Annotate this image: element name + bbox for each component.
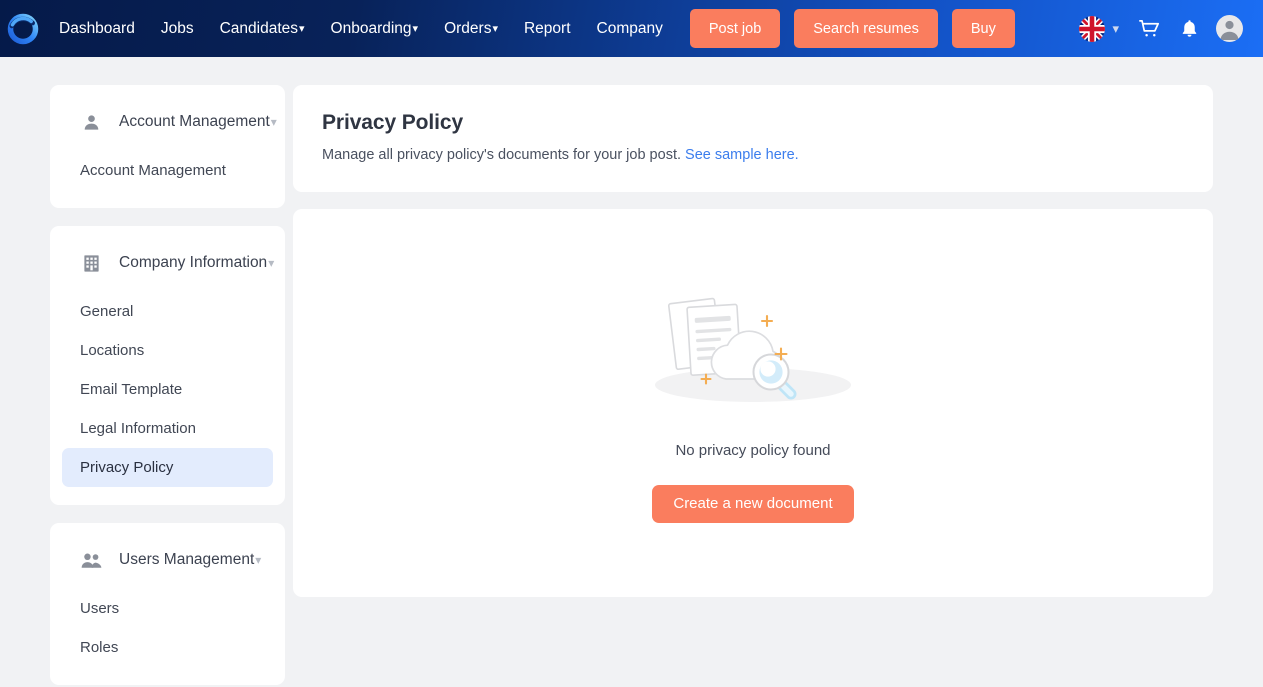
chevron-down-icon: ▾ — [299, 23, 305, 35]
building-glyph — [83, 254, 99, 272]
nav-link-label: Orders — [444, 20, 492, 37]
nav-link-label: Dashboard — [59, 20, 135, 37]
nav-link-company[interactable]: Company — [584, 0, 676, 57]
bell-glyph — [1182, 20, 1196, 37]
sidebar-item-roles[interactable]: Roles — [62, 628, 273, 667]
nav-link-label: Onboarding — [330, 20, 412, 37]
sidebar-section-title: Company Information — [119, 254, 268, 271]
cart-glyph — [1138, 19, 1159, 37]
create-new-document-button[interactable]: Create a new document — [652, 484, 854, 523]
nav-link-onboarding[interactable]: Onboarding ▾ — [318, 0, 432, 57]
sidebar-item-general[interactable]: General — [62, 292, 273, 331]
buy-button[interactable]: Buy — [951, 9, 1015, 48]
sidebar-section-account-management: Account Management ▾ Account Management — [50, 85, 285, 208]
empty-state-card: No privacy policy found Create a new doc… — [293, 209, 1213, 597]
nav-link-candidates[interactable]: Candidates ▾ — [207, 0, 318, 57]
chevron-down-icon: ▾ — [270, 115, 277, 129]
users-icon — [80, 551, 102, 570]
nav-link-jobs[interactable]: Jobs — [148, 0, 207, 57]
bell-icon[interactable] — [1169, 9, 1209, 49]
uk-flag-icon — [1079, 15, 1106, 42]
avatar-person-glyph — [1220, 20, 1238, 40]
users-glyph — [81, 553, 101, 568]
sidebar-item-privacy-policy[interactable]: Privacy Policy — [62, 448, 273, 487]
page-body: Account Management ▾ Account Management — [0, 57, 1263, 685]
cart-icon[interactable] — [1129, 9, 1169, 49]
nav-action-buttons: Post job Search resumes Buy — [689, 9, 1015, 48]
avatar[interactable] — [1209, 9, 1249, 49]
sidebar: Account Management ▾ Account Management — [50, 85, 285, 685]
sidebar-item-locations[interactable]: Locations — [62, 331, 273, 370]
nav-link-label: Jobs — [160, 20, 194, 37]
brand-ring-logo — [7, 13, 39, 44]
avatar-circle — [1215, 15, 1243, 42]
nav-link-dashboard[interactable]: Dashboard — [46, 0, 148, 57]
sidebar-section-header-company-information[interactable]: Company Information ▾ — [50, 248, 285, 278]
sidebar-item-account-management[interactable]: Account Management — [62, 151, 273, 190]
sidebar-section-header-users-management[interactable]: Users Management ▾ — [50, 545, 285, 575]
nav-links: Dashboard Jobs Candidates ▾ Onboarding ▾… — [46, 0, 676, 57]
search-resumes-button[interactable]: Search resumes — [794, 9, 938, 48]
page-header-card: Privacy Policy Manage all privacy policy… — [293, 85, 1213, 192]
empty-state-message: No privacy policy found — [675, 441, 831, 459]
chevron-down-icon: ▾ — [1112, 20, 1119, 36]
nav-link-orders[interactable]: Orders ▾ — [431, 0, 511, 57]
nav-right-cluster: ▾ — [1079, 9, 1249, 49]
page-subtitle: Manage all privacy policy's documents fo… — [322, 147, 1184, 163]
person-icon — [80, 113, 102, 132]
sidebar-item-users[interactable]: Users — [62, 589, 273, 628]
sidebar-section-items: Account Management — [50, 151, 285, 190]
post-job-button[interactable]: Post job — [689, 9, 781, 48]
main-content: Privacy Policy Manage all privacy policy… — [293, 85, 1213, 597]
chevron-down-icon: ▾ — [412, 23, 419, 35]
sidebar-section-items: Users Roles — [50, 589, 285, 667]
sidebar-item-email-template[interactable]: Email Template — [62, 370, 273, 409]
nav-link-label: Company — [596, 20, 663, 37]
top-navbar: Dashboard Jobs Candidates ▾ Onboarding ▾… — [0, 0, 1263, 57]
nav-link-label: Report — [523, 20, 571, 37]
nav-link-report[interactable]: Report — [511, 0, 584, 57]
sidebar-section-header-account-management[interactable]: Account Management ▾ — [50, 107, 285, 137]
sidebar-section-title: Users Management — [119, 551, 255, 568]
building-icon — [80, 254, 102, 273]
sidebar-section-users-management: Users Management ▾ Users Roles — [50, 523, 285, 685]
nav-link-label: Candidates — [219, 20, 298, 37]
sidebar-section-company-information: Company Information ▾ General Locations … — [50, 226, 285, 505]
person-glyph — [84, 114, 98, 130]
sidebar-item-legal-information[interactable]: Legal Information — [62, 409, 273, 448]
sidebar-section-items: General Locations Email Template Legal I… — [50, 292, 285, 487]
page-subtitle-text: Manage all privacy policy's documents fo… — [322, 147, 686, 163]
chevron-down-icon: ▾ — [492, 23, 498, 35]
see-sample-link[interactable]: See sample here. — [685, 147, 799, 163]
sidebar-section-title: Account Management — [119, 113, 270, 130]
language-selector[interactable]: ▾ — [1079, 15, 1119, 42]
chevron-down-icon: ▾ — [268, 256, 275, 270]
documents-cloud-search-illustration — [655, 297, 851, 402]
brand-logo[interactable] — [0, 0, 46, 57]
page-title: Privacy Policy — [322, 111, 464, 134]
chevron-down-icon: ▾ — [255, 553, 262, 567]
